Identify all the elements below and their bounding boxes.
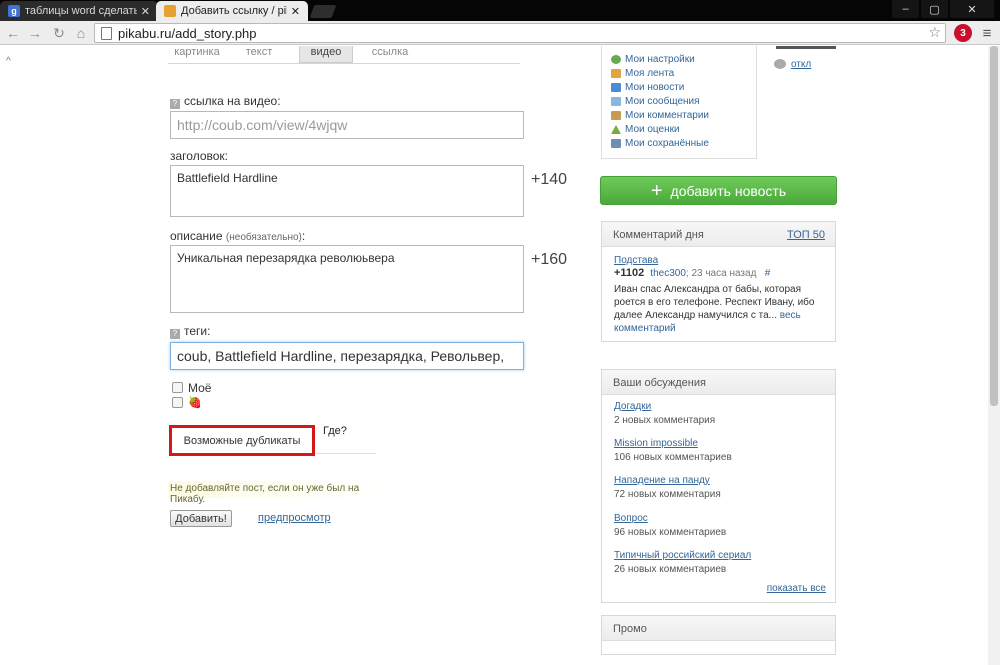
tags-input[interactable] bbox=[170, 342, 524, 370]
discussion-link[interactable]: Mission impossible bbox=[614, 438, 698, 449]
browser-toolbar: ← → ↻ ⌂ pikabu.ru/add_story.php ☆ 3 ≡ bbox=[0, 21, 1000, 45]
where-link[interactable]: Где? bbox=[323, 425, 347, 437]
possible-duplicates-button[interactable]: Возможные дубликаты bbox=[169, 425, 315, 456]
mine-checkbox[interactable] bbox=[172, 382, 183, 393]
tab-picture[interactable]: картинка bbox=[168, 46, 226, 63]
address-url: pikabu.ru/add_story.php bbox=[118, 25, 257, 41]
tab-link[interactable]: ссылка bbox=[364, 46, 416, 63]
comment-icon bbox=[611, 111, 621, 120]
preview-link[interactable]: предпросмотр bbox=[258, 512, 331, 524]
tab-title: таблицы word сделать о bbox=[25, 5, 137, 17]
title-label: заголовок: bbox=[170, 149, 229, 163]
window-close-icon[interactable]: ✕ bbox=[950, 0, 994, 18]
panel-heading: Комментарий дня ТОП 50 bbox=[602, 222, 835, 247]
minimize-icon[interactable]: – bbox=[892, 0, 919, 18]
help-icon[interactable]: ? bbox=[170, 329, 180, 339]
discussion-link[interactable]: Вопрос bbox=[614, 513, 648, 524]
description-textarea[interactable]: Уникальная перезарядка революьвера bbox=[170, 245, 524, 313]
strawberry-icon: 🍓 bbox=[188, 397, 202, 409]
tab-text[interactable]: текст bbox=[234, 46, 284, 63]
discussion-count: 72 новых комментария bbox=[614, 489, 721, 500]
tab-title: Добавить ссылку / pikab bbox=[181, 5, 287, 17]
show-all-link[interactable]: показать все bbox=[767, 583, 826, 594]
browser-tab-pikabu[interactable]: Добавить ссылку / pikab ✕ bbox=[156, 1, 308, 21]
post-link[interactable]: Подстава bbox=[614, 255, 658, 266]
post-type-tabs: картинка текст видео ссылка bbox=[168, 46, 520, 64]
reload-icon[interactable]: ↻ bbox=[49, 24, 69, 42]
menu-item-ratings[interactable]: Мои оценки bbox=[611, 124, 680, 135]
gear-icon bbox=[611, 55, 621, 64]
discussion-count: 106 новых комментариев bbox=[614, 452, 732, 463]
add-news-button[interactable]: + добавить новость bbox=[600, 176, 837, 205]
menu-item-settings[interactable]: Мои настройки bbox=[611, 54, 695, 65]
description-label: описание (необязательно): bbox=[170, 229, 306, 243]
tags-label: ? теги: bbox=[170, 324, 210, 339]
bookmark-star-icon[interactable]: ☆ bbox=[928, 24, 941, 41]
video-link-label: ? ссылка на видео: bbox=[170, 94, 281, 109]
scrollbar[interactable] bbox=[988, 46, 1000, 665]
video-url-input[interactable] bbox=[170, 111, 524, 139]
extension-icon[interactable]: 3 bbox=[954, 24, 972, 42]
tab-video[interactable]: видео bbox=[299, 46, 353, 63]
menu-icon[interactable]: ≡ bbox=[978, 24, 996, 42]
scrollbar-thumb[interactable] bbox=[990, 46, 998, 406]
discussion-count: 96 новых комментариев bbox=[614, 527, 727, 538]
address-bar[interactable]: pikabu.ru/add_story.php ☆ bbox=[94, 23, 946, 43]
submit-button[interactable]: Добавить! bbox=[170, 510, 232, 527]
discussions-panel: Ваши обсуждения Догадки 2 новых коммента… bbox=[601, 369, 836, 603]
news-icon bbox=[611, 83, 621, 92]
mine-label: Моё bbox=[188, 381, 212, 395]
comment-of-day-panel: Комментарий дня ТОП 50 Подстава +1102 the… bbox=[601, 221, 836, 342]
discussion-count: 26 новых комментариев bbox=[614, 564, 727, 575]
menu-item-feed[interactable]: Моя лента bbox=[611, 68, 674, 79]
top50-link[interactable]: ТОП 50 bbox=[787, 229, 825, 241]
description-char-counter: +160 bbox=[531, 251, 568, 268]
strawberry-checkbox[interactable] bbox=[172, 397, 183, 408]
comment-text: Иван спас Александра от бабы, которая ро… bbox=[614, 284, 815, 334]
title-textarea[interactable]: Battlefield Hardline bbox=[170, 165, 524, 217]
caret-up-icon[interactable]: ^ bbox=[6, 56, 11, 67]
saved-icon bbox=[611, 139, 621, 148]
discussion-link[interactable]: Типичный российский сериал bbox=[614, 550, 751, 561]
comment-author-link[interactable]: thec300 bbox=[650, 268, 686, 279]
avatar bbox=[776, 46, 836, 49]
comment-meta: +1102 thec300; 23 часа назад # bbox=[614, 267, 771, 279]
pikabu-icon bbox=[164, 5, 176, 17]
browser-tabstrip: g таблицы word сделать о ✕ Добавить ссыл… bbox=[0, 0, 1000, 21]
back-icon[interactable]: ← bbox=[3, 24, 23, 42]
panel-heading: Ваши обсуждения bbox=[602, 370, 835, 395]
logout-link[interactable]: откл bbox=[791, 59, 811, 70]
plus-icon: + bbox=[650, 179, 663, 202]
menu-item-news[interactable]: Мои новости bbox=[611, 82, 684, 93]
discussion-count: 2 новых комментария bbox=[614, 415, 716, 426]
new-tab-button[interactable] bbox=[309, 5, 337, 18]
logout-icon[interactable] bbox=[774, 59, 786, 69]
discussion-link[interactable]: Догадки bbox=[614, 401, 651, 412]
menu-item-comments[interactable]: Мои комментарии bbox=[611, 110, 709, 121]
page-icon bbox=[101, 26, 112, 40]
forward-icon[interactable]: → bbox=[25, 24, 45, 42]
browser-tab-word[interactable]: g таблицы word сделать о ✕ bbox=[0, 1, 158, 21]
home-icon[interactable]: ⌂ bbox=[71, 24, 91, 42]
duplicate-notice: Не добавляйте пост, если он уже был на П… bbox=[168, 481, 384, 505]
promo-panel: Промо bbox=[601, 615, 836, 655]
user-menu: Мои настройки Моя лента Мои новости Мои … bbox=[601, 46, 757, 159]
divider bbox=[316, 453, 376, 454]
menu-item-saved[interactable]: Мои сохранённые bbox=[611, 138, 709, 149]
window-controls: – ▢ ✕ bbox=[892, 0, 994, 18]
discussion-link[interactable]: Нападение на панду bbox=[614, 475, 710, 486]
comment-permalink[interactable]: # bbox=[765, 268, 771, 279]
rating-icon bbox=[611, 125, 621, 134]
menu-item-messages[interactable]: Мои сообщения bbox=[611, 96, 700, 107]
feed-icon bbox=[611, 69, 621, 78]
envelope-icon bbox=[611, 97, 621, 106]
help-icon[interactable]: ? bbox=[170, 99, 180, 109]
maximize-icon[interactable]: ▢ bbox=[921, 0, 948, 18]
panel-heading: Промо bbox=[602, 616, 835, 641]
close-icon[interactable]: ✕ bbox=[141, 5, 150, 18]
close-icon[interactable]: ✕ bbox=[291, 5, 300, 18]
title-char-counter: +140 bbox=[531, 171, 568, 188]
google-icon: g bbox=[8, 5, 20, 17]
